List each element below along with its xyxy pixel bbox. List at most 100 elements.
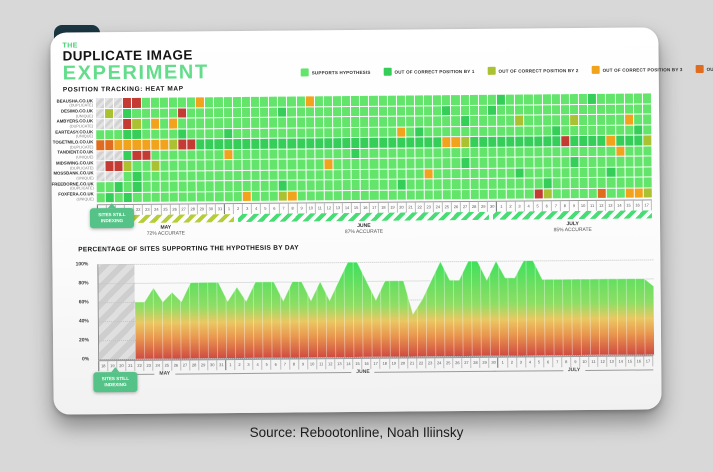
heatmap-cell [270, 170, 278, 180]
heatmap-cell [497, 126, 505, 136]
accuracy-stripe [493, 210, 652, 219]
day-tick: 16 [634, 357, 643, 367]
heatmap-cell [525, 157, 533, 167]
day-tick: 28 [189, 360, 198, 370]
heatmap-cell [488, 158, 496, 168]
heatmap-cell [507, 147, 515, 157]
heatmap-cell [597, 125, 605, 135]
heatmap-cell [543, 189, 551, 199]
heatmap-cell [224, 171, 232, 181]
heatmap-cell [196, 118, 204, 128]
heatmap-cell [434, 190, 442, 200]
heatmap-cell [169, 161, 177, 171]
heatmap-cell [288, 149, 296, 159]
heatmap-cell [425, 169, 433, 179]
heatmap-cell [351, 138, 359, 148]
heatmap-cell [188, 181, 196, 191]
heatmap-cell [123, 119, 131, 129]
day-tick: 19 [389, 359, 398, 369]
heatmap-cell [424, 106, 432, 116]
heatmap-cell [278, 97, 286, 107]
heatmap-cell [169, 129, 177, 139]
heatmap-cell [333, 117, 341, 127]
day-tick: 8 [560, 201, 569, 211]
heatmap-cell [342, 96, 350, 106]
heatmap-cell [205, 97, 213, 107]
heatmap-cell [461, 137, 469, 147]
day-tick: 17 [371, 359, 380, 369]
heatmap-cell [597, 94, 605, 104]
heatmap-cell [205, 108, 213, 118]
heatmap-cell [643, 114, 651, 124]
heatmap-cell [616, 178, 624, 188]
heatmap-cell [343, 180, 351, 190]
heatmap-cell [169, 119, 177, 129]
heatmap-cell [606, 94, 614, 104]
heatmap-cell [625, 94, 633, 104]
heatmap-cell [552, 157, 560, 167]
heatmap-cell [342, 128, 350, 138]
day-tick: 15 [352, 359, 361, 369]
heatmap-cell [187, 97, 195, 107]
heatmap-cell [242, 160, 250, 170]
heatmap-cell [105, 109, 113, 119]
heatmap-cell [351, 106, 359, 116]
heatmap-cell [379, 127, 387, 137]
heatmap-cell [552, 126, 560, 136]
heatmap-cell [179, 192, 187, 202]
heatmap-cell [543, 147, 551, 157]
heatmap-cell [178, 150, 186, 160]
heatmap-cell [625, 115, 633, 125]
day-tick: 12 [325, 359, 334, 369]
day-tick: 12 [597, 357, 606, 367]
heatmap-cell [260, 149, 268, 159]
heatmap-cell [579, 146, 587, 156]
heatmap-cell [242, 118, 250, 128]
day-tick: 27 [180, 360, 189, 370]
heatmap-cell [489, 189, 497, 199]
day-tick: 5 [534, 357, 543, 367]
heatmap-cell [406, 127, 414, 137]
heatmap-cell [534, 189, 542, 199]
heatmap-cell [370, 127, 378, 137]
area-chart-svg [98, 259, 654, 359]
heatmap-cell [607, 146, 615, 156]
heatmap-cell [124, 150, 132, 160]
heatmap-cell [515, 116, 523, 126]
heatmap-cell [388, 127, 396, 137]
heatmap-cell [397, 148, 405, 158]
day-tick: 23 [424, 202, 433, 212]
heatmap-cell [224, 192, 232, 202]
site-variant: (UNIQUE) [52, 176, 94, 181]
heatmap-cell [178, 108, 186, 118]
heatmap-cell [151, 192, 159, 202]
day-tick: 3 [516, 358, 525, 368]
heatmap-cell [142, 171, 150, 181]
heatmap-cell [433, 127, 441, 137]
heatmap-cell [160, 150, 168, 160]
heatmap-cell [616, 188, 624, 198]
heatmap-cell [132, 98, 140, 108]
day-tick: 24 [434, 358, 443, 368]
heatmap-cell [507, 168, 515, 178]
heatmap-cell [443, 137, 451, 147]
heatmap-cell [206, 192, 214, 202]
heatmap-cell [251, 139, 259, 149]
heatmap-cell [498, 179, 506, 189]
heatmap-cell [251, 107, 259, 117]
day-tick: 11 [315, 203, 324, 213]
day-tick: 4 [525, 357, 534, 367]
heatmap-cell [287, 97, 295, 107]
heatmap-cell [151, 161, 159, 171]
heatmap-cell [306, 107, 314, 117]
heatmap-cell [625, 178, 633, 188]
heatmap-cell [379, 169, 387, 179]
heatmap-subtitle: POSITION TRACKING: HEAT MAP [63, 86, 209, 94]
heatmap-cell [497, 95, 505, 105]
heatmap-cell [625, 146, 633, 156]
heatmap-cell [124, 129, 132, 139]
day-tick: 11 [588, 357, 597, 367]
legend-swatch [301, 68, 309, 76]
heatmap-cell [297, 138, 305, 148]
heatmap-cell [451, 106, 459, 116]
